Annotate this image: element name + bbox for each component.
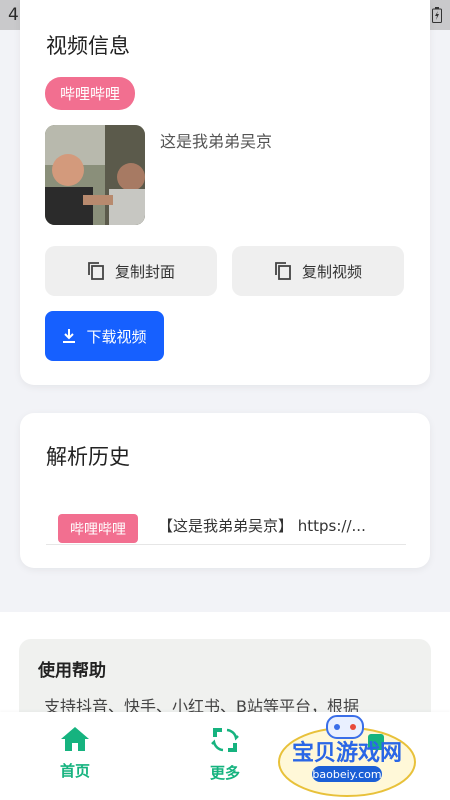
video-thumbnail[interactable] — [45, 125, 145, 225]
video-info-card: 视频信息 哔哩哔哩 这是我弟弟吴京 复制封面 复制视频 下载视频 — [20, 0, 430, 385]
video-description: 这是我弟弟吴京 — [160, 132, 273, 151]
nav-home[interactable]: 首页 — [30, 726, 120, 781]
history-title: 解析历史 — [46, 445, 130, 469]
copy-video-label: 复制视频 — [301, 262, 362, 281]
download-icon — [63, 329, 76, 343]
history-item[interactable]: 哔哩哔哩 【这是我弟弟吴京】 https://... — [46, 499, 406, 545]
copy-video-button[interactable]: 复制视频 — [232, 246, 404, 296]
download-label: 下载视频 — [86, 327, 147, 346]
copy-cover-button[interactable]: 复制封面 — [45, 246, 217, 296]
history-platform-tag: 哔哩哔哩 — [58, 514, 138, 543]
history-item-text: 【这是我弟弟吴京】 https://... — [158, 517, 366, 535]
video-info-title: 视频信息 — [46, 34, 130, 58]
nav-more[interactable]: 更多 — [180, 726, 270, 783]
history-card: 解析历史 哔哩哔哩 【这是我弟弟吴京】 https://... — [20, 413, 430, 568]
copy-icon — [275, 262, 291, 280]
battery-icon — [432, 7, 442, 23]
download-video-button[interactable]: 下载视频 — [45, 311, 164, 361]
platform-tag: 哔哩哔哩 — [45, 77, 135, 110]
help-title: 使用帮助 — [38, 661, 106, 681]
home-icon — [61, 727, 89, 751]
swap-icon — [211, 728, 239, 752]
nav-more-label: 更多 — [209, 764, 240, 782]
copy-cover-label: 复制封面 — [114, 262, 175, 281]
thumbnail-image — [45, 125, 145, 225]
copy-icon — [88, 262, 104, 280]
bottom-nav: 首页 更多 — [0, 712, 450, 800]
nav-home-label: 首页 — [59, 762, 90, 780]
